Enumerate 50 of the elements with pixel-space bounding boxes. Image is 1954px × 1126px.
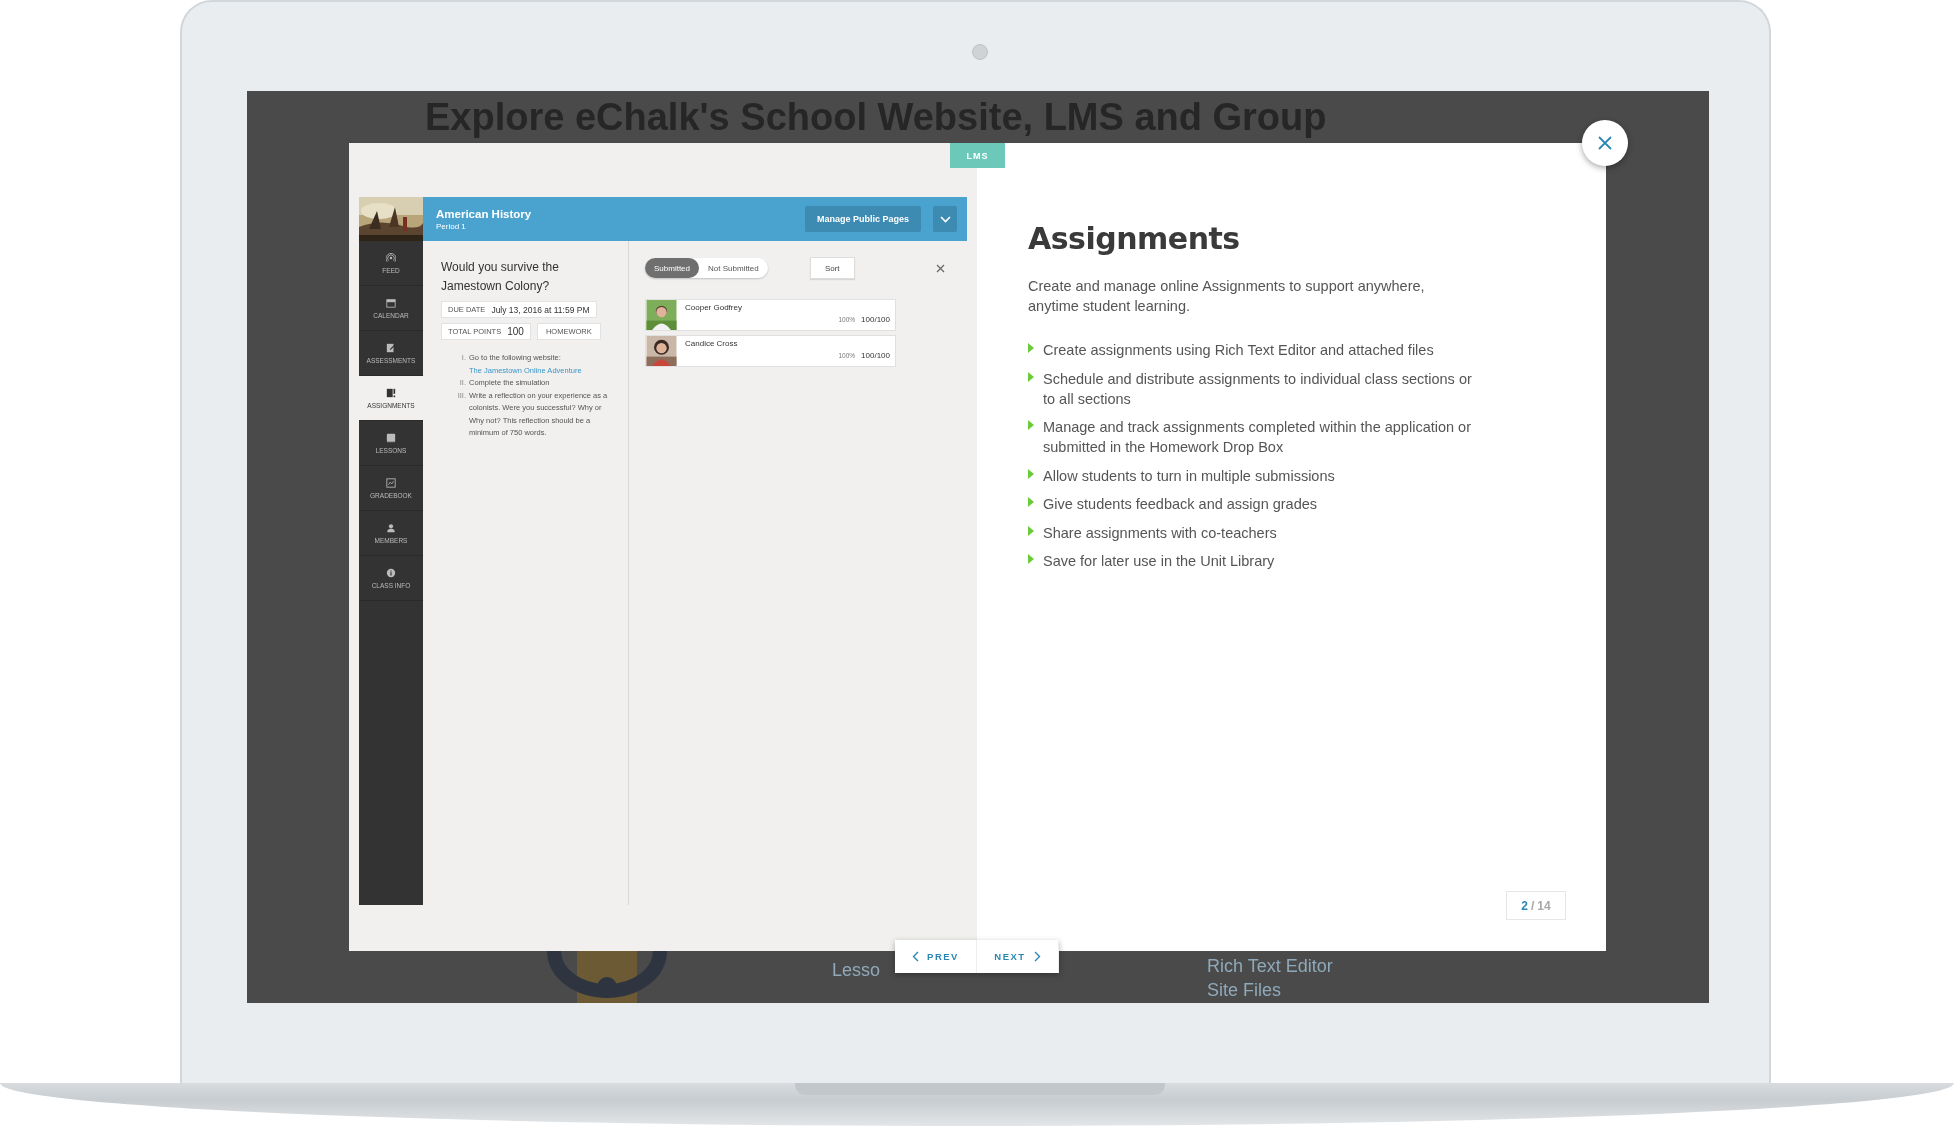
lesson-link[interactable]: Lesso (832, 959, 881, 981)
bullet-icon (1028, 554, 1034, 564)
grade-score: 100/100 (861, 351, 890, 360)
feature-title: Assignments (1028, 221, 1241, 256)
person-icon (386, 522, 396, 533)
class-period: Period 1 (436, 221, 467, 231)
next-button[interactable]: NEXT (977, 940, 1059, 973)
chart-icon (386, 477, 396, 488)
feature-link[interactable]: Rich Text Editor (1207, 955, 1333, 977)
book-icon (386, 432, 396, 443)
calendar-icon (386, 297, 396, 308)
lms-tag: LMS (950, 143, 1005, 168)
assignment-title: Would you survive the Jamestown Colony? (441, 259, 560, 295)
page-counter: 2 / 14 (1506, 891, 1566, 920)
student-name: Candice Cross (685, 339, 739, 348)
bullet-icon (1028, 497, 1034, 507)
bullet-icon (1028, 468, 1034, 479)
info-icon (386, 567, 396, 578)
sort-button[interactable]: Sort (809, 257, 855, 279)
feature-bullet: Share assignments with co-teachers (1043, 523, 1277, 543)
feature-bullet: Allow students to turn in multiple submissions (1043, 466, 1335, 486)
prev-button[interactable]: PREV (895, 940, 977, 973)
bullet-icon (1028, 525, 1034, 536)
feature-bullet: Create assignments using Rich Text Editor and attached files (1043, 341, 1434, 360)
signal-icon (386, 252, 396, 263)
manage-public-pages-button[interactable]: Manage Public Pages (804, 206, 921, 232)
filter-tab[interactable]: Submitted (645, 258, 700, 278)
close-icon (1598, 136, 1612, 150)
document-icon (386, 387, 396, 398)
feature-description: Create and manage online Assignments to support anywhere, anytime student learning. (1028, 277, 1426, 316)
grade-score: 100/100 (861, 315, 890, 324)
chevron-right-icon (1033, 951, 1041, 962)
close-button[interactable] (1582, 120, 1628, 166)
bullet-icon (1028, 371, 1034, 382)
bullet-icon (1028, 420, 1034, 430)
feature-bullet: Save for later use in the Unit Library (1043, 552, 1275, 571)
class-title: American History (436, 207, 533, 220)
student-name: Cooper Godfrey (685, 303, 743, 312)
chevron-left-icon (912, 951, 920, 962)
feature-link[interactable]: Site Files (1207, 979, 1282, 1001)
chevron-down-icon (939, 215, 951, 223)
dropdown-button[interactable] (933, 206, 957, 232)
feature-bullet: Manage and track assignments completed within the application or submitted in the Homework Drop Box (1043, 418, 1472, 457)
close-icon[interactable] (936, 263, 945, 273)
bullet-icon (1028, 343, 1034, 353)
camera-icon (972, 44, 988, 60)
feature-bullet: Schedule and distribute assignments to individual class sections or to all sections (1043, 369, 1473, 409)
pencil-page-icon (386, 342, 396, 353)
filter-tab[interactable]: Not Submitted (699, 258, 768, 278)
feature-bullet: Give students feedback and assign grades (1043, 495, 1318, 514)
